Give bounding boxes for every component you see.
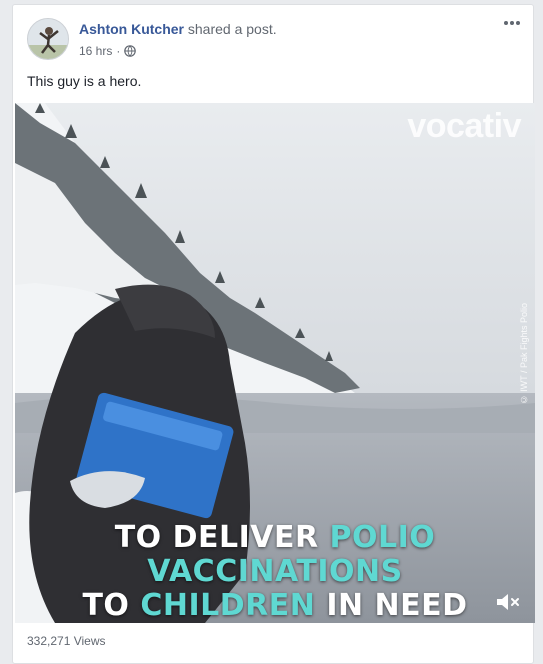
caption-line-1-b: POLIO [329,520,436,555]
post-card: Ashton Kutcher shared a post. 16 hrs · T… [12,4,535,664]
caption-line-1-a: TO DELIVER [114,520,330,555]
caption-line-3-c: IN NEED [315,588,468,623]
meta-separator: · [116,44,121,58]
video-credit: © IWT / Pak Fights Polio [519,303,529,405]
video-player[interactable]: vocativ © IWT / Pak Fights Polio TO DELI… [15,103,535,623]
speaker-muted-icon[interactable] [495,591,521,613]
globe-icon[interactable] [124,45,137,57]
post-meta: 16 hrs · [79,44,137,58]
view-count: 332,271 Views [27,634,106,648]
caption-line-1: TO DELIVER POLIO [15,521,535,555]
caption-line-3: TO CHILDREN IN NEED [15,589,535,623]
post-text: This guy is a hero. [27,73,142,89]
caption-line-3-a: TO [82,588,141,623]
brand-watermark: vocativ [407,107,521,145]
author-avatar[interactable] [27,18,69,60]
author-name-link[interactable]: Ashton Kutcher [79,21,184,37]
caption-line-2: VACCINATIONS [147,554,403,589]
post-header: Ashton Kutcher shared a post. [79,21,277,37]
more-options-icon[interactable] [501,15,523,31]
post-timestamp[interactable]: 16 hrs [79,44,112,58]
shared-text: shared a post. [184,21,277,37]
caption-line-3-b: CHILDREN [140,588,316,623]
